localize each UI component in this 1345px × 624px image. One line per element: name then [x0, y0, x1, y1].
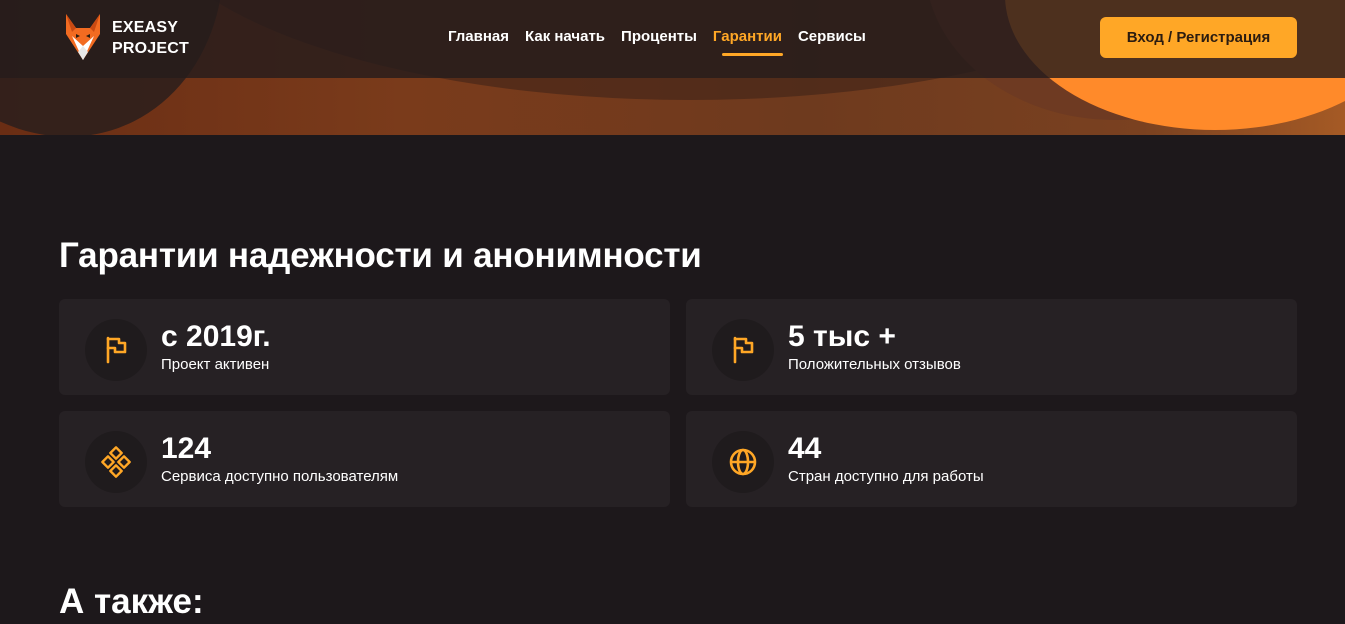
nav-percentages[interactable]: Проценты — [621, 28, 697, 56]
nav-guarantees[interactable]: Гарантии — [713, 28, 783, 56]
flag-icon — [106, 336, 127, 364]
logo[interactable]: EXEASY PROJECT — [62, 12, 189, 64]
main-nav: Главная Как начать Проценты Гарантии Сер… — [448, 28, 882, 56]
nav-services[interactable]: Сервисы — [798, 28, 866, 56]
globe-icon — [729, 448, 757, 476]
nav-getting-started[interactable]: Как начать — [525, 28, 605, 56]
also-title: А также: — [59, 582, 204, 621]
stat-label: Стран доступно для работы — [788, 468, 984, 485]
stat-icon-wrap — [85, 319, 147, 381]
stat-icon-wrap — [85, 431, 147, 493]
stat-label: Проект активен — [161, 356, 270, 373]
stat-value: с 2019г. — [161, 320, 271, 353]
brand-line1: EXEASY — [112, 19, 179, 36]
stat-icon-wrap — [712, 319, 774, 381]
stat-value: 44 — [788, 432, 822, 465]
site-header: EXEASY PROJECT Главная Как начать Процен… — [0, 0, 1345, 78]
stat-card-active-since: с 2019г. Проект активен — [59, 299, 670, 395]
brand-line2: PROJECT — [112, 40, 189, 57]
nav-home[interactable]: Главная — [448, 28, 509, 56]
stat-card-reviews: 5 тыс + Положительных отзывов — [686, 299, 1297, 395]
stat-icon-wrap — [712, 431, 774, 493]
fox-logo-icon — [66, 14, 100, 60]
stat-label: Положительных отзывов — [788, 356, 961, 373]
stat-card-countries: 44 Стран доступно для работы — [686, 411, 1297, 507]
login-register-button[interactable]: Вход / Регистрация — [1100, 17, 1297, 58]
stat-value: 5 тыс + — [788, 320, 896, 353]
guarantees-title: Гарантии надежности и анонимности — [59, 236, 702, 275]
stat-value: 124 — [161, 432, 212, 465]
stat-label: Сервиса доступно пользователям — [161, 468, 399, 485]
stat-card-services: 124 Сервиса доступно пользователям — [59, 411, 670, 507]
grid-diamond-icon — [101, 446, 131, 478]
flag-icon — [733, 336, 754, 364]
